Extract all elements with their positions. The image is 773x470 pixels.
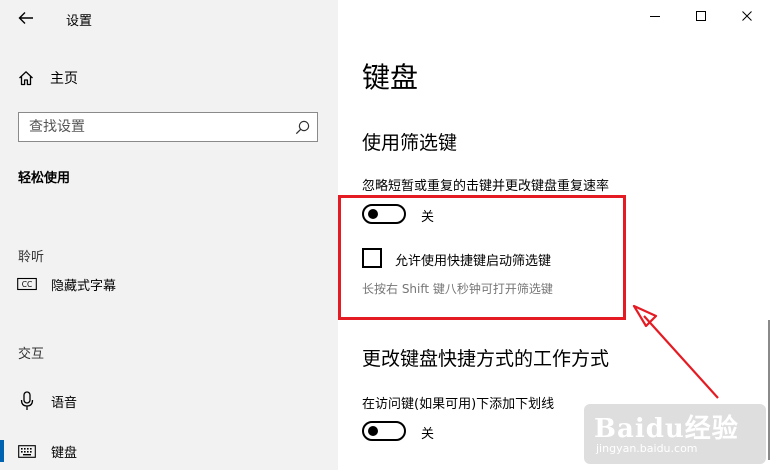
highlight-box	[338, 195, 626, 320]
sidebar-item-home[interactable]: 主页	[18, 66, 78, 90]
search-input[interactable]	[19, 119, 287, 135]
app-title: 设置	[66, 14, 93, 29]
close-button[interactable]	[724, 0, 770, 32]
maximize-icon	[696, 11, 706, 21]
group-label-hearing: 聆听	[18, 250, 45, 265]
sidebar-item-keyboard[interactable]: 键盘	[0, 433, 338, 469]
sidebar-item-label: 主页	[50, 71, 78, 87]
sidebar: 设置 主页 轻松使用 聆听 CC 隐藏式字幕 交互	[0, 0, 338, 470]
minimize-icon	[650, 16, 660, 17]
annotation-arrow	[632, 304, 719, 399]
page-title: 键盘	[362, 61, 419, 94]
section-heading-filter-keys: 使用筛选键	[362, 132, 458, 154]
search-icon[interactable]	[287, 113, 317, 141]
closed-captions-icon: CC	[16, 274, 38, 294]
scrollbar[interactable]	[768, 320, 770, 460]
section-title: 轻松使用	[18, 171, 71, 186]
back-arrow-icon	[18, 12, 33, 24]
search-box	[18, 112, 318, 142]
minimize-button[interactable]	[632, 0, 678, 32]
underline-access-keys-toggle[interactable]	[362, 421, 406, 441]
maximize-button[interactable]	[678, 0, 724, 32]
section-heading-shortcuts: 更改键盘快捷方式的工作方式	[362, 348, 610, 370]
microphone-icon	[16, 391, 38, 411]
sidebar-item-label: 键盘	[51, 445, 78, 461]
filter-keys-description: 忽略短暂或重复的击键并更改键盘重复速率	[362, 179, 610, 194]
sidebar-item-label: 隐藏式字幕	[51, 278, 117, 294]
watermark: Baidu经验 jingyan.baidu.com	[584, 404, 766, 464]
sidebar-item-speech[interactable]: 语音	[0, 383, 338, 419]
watermark-logo: Baidu经验	[594, 414, 739, 444]
sidebar-item-label: 语音	[51, 395, 78, 411]
svg-text:CC: CC	[22, 280, 32, 289]
group-label-interaction: 交互	[18, 347, 45, 362]
home-icon	[19, 71, 33, 86]
watermark-url: jingyan.baidu.com	[596, 442, 698, 455]
underline-access-keys-toggle-state: 关	[421, 427, 435, 442]
toggle-knob	[368, 426, 378, 436]
close-icon	[742, 11, 752, 21]
sidebar-item-closed-captions[interactable]: CC 隐藏式字幕	[0, 266, 338, 302]
keyboard-icon	[16, 441, 38, 461]
back-button[interactable]	[14, 6, 38, 30]
selection-indicator	[0, 440, 4, 462]
underline-access-keys-description: 在访问键(如果可用)下添加下划线	[362, 397, 555, 412]
